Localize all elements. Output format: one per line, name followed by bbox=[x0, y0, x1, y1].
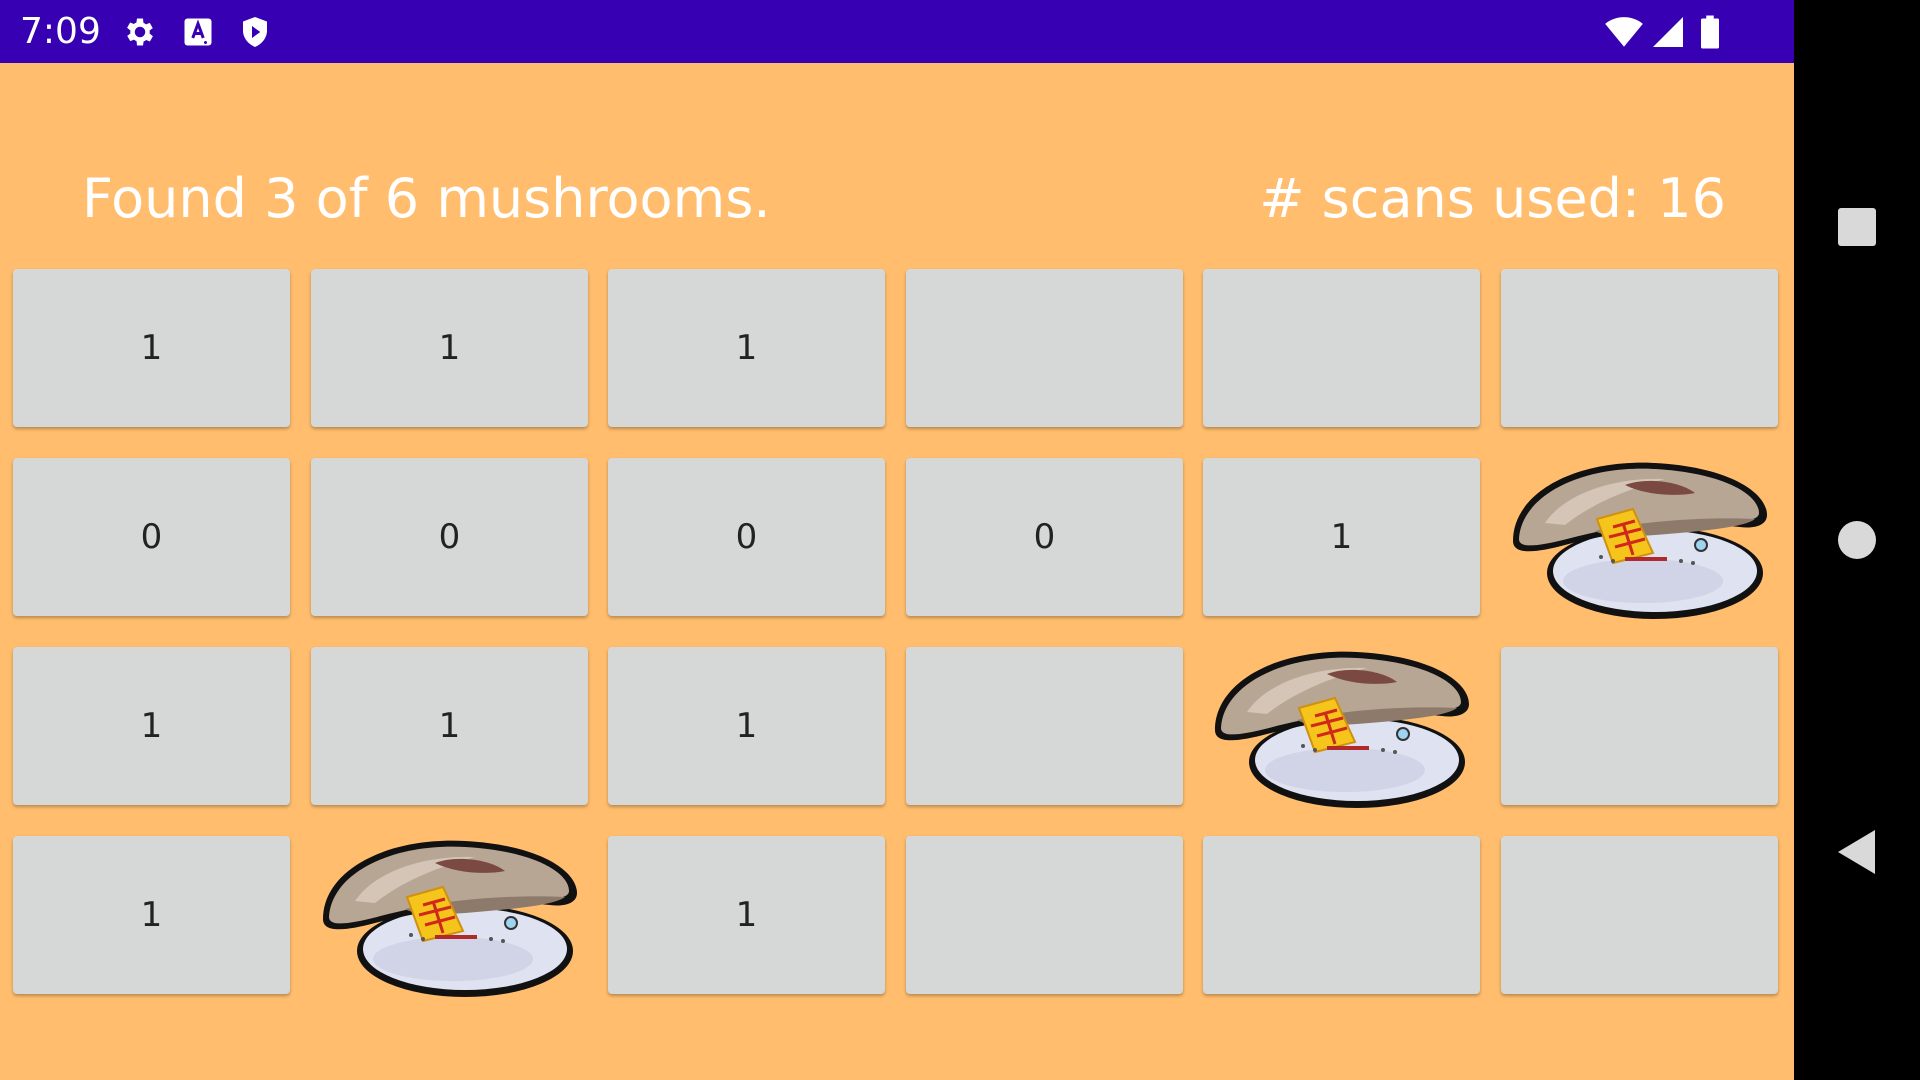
grid-cell[interactable] bbox=[1501, 269, 1778, 427]
shield-play-icon bbox=[237, 14, 273, 50]
grid-cell[interactable]: 0 bbox=[906, 458, 1183, 616]
grid-cell[interactable]: 1 bbox=[13, 269, 290, 427]
grid-cell[interactable]: 1 bbox=[608, 836, 885, 994]
grid-cell[interactable]: 1 bbox=[311, 269, 588, 427]
font-a-icon bbox=[180, 14, 216, 50]
scans-used-text: # scans used: 16 bbox=[1259, 167, 1726, 230]
grid-cell[interactable] bbox=[1203, 836, 1480, 994]
grid-cell[interactable]: 1 bbox=[1203, 458, 1480, 616]
status-time: 7:09 bbox=[20, 11, 101, 52]
grid-cell[interactable] bbox=[1501, 647, 1778, 805]
cell-count: 1 bbox=[140, 328, 163, 368]
battery-icon bbox=[1698, 14, 1722, 50]
settings-icon bbox=[122, 14, 158, 50]
grid-cell[interactable]: 1 bbox=[608, 647, 885, 805]
device-screen: 7:09 Found 3 of 6 mushrooms. # scans use… bbox=[0, 0, 1920, 1080]
back-button[interactable] bbox=[1794, 789, 1920, 915]
grid-cell-mushroom[interactable] bbox=[1203, 647, 1480, 808]
mushroom-icon bbox=[1214, 651, 1469, 808]
cell-count: 1 bbox=[438, 328, 461, 368]
grid-cell[interactable] bbox=[906, 269, 1183, 427]
game-screen: Found 3 of 6 mushrooms. # scans used: 16… bbox=[0, 63, 1794, 1080]
grid-cell-mushroom[interactable] bbox=[1501, 458, 1778, 619]
home-circle-icon bbox=[1838, 521, 1876, 559]
cell-count: 1 bbox=[438, 706, 461, 746]
grid-cell[interactable]: 1 bbox=[311, 647, 588, 805]
status-bar: 7:09 bbox=[0, 0, 1794, 63]
navigation-bar bbox=[1794, 0, 1920, 1080]
cell-count: 1 bbox=[735, 895, 758, 935]
grid-cell-mushroom[interactable] bbox=[311, 836, 588, 997]
grid-cell[interactable]: 1 bbox=[608, 269, 885, 427]
cell-count: 0 bbox=[438, 517, 461, 557]
cell-count: 1 bbox=[735, 706, 758, 746]
recents-button[interactable] bbox=[1794, 164, 1920, 290]
cell-count: 1 bbox=[140, 895, 163, 935]
mushroom-icon bbox=[1512, 462, 1767, 619]
cell-count: 0 bbox=[140, 517, 163, 557]
cell-count: 1 bbox=[735, 328, 758, 368]
grid-cell[interactable]: 0 bbox=[608, 458, 885, 616]
back-triangle-icon bbox=[1838, 830, 1875, 874]
cell-count: 1 bbox=[1330, 517, 1353, 557]
grid-cell[interactable]: 0 bbox=[13, 458, 290, 616]
grid-cell[interactable] bbox=[1501, 836, 1778, 994]
grid-cell[interactable] bbox=[906, 836, 1183, 994]
grid-cell[interactable] bbox=[906, 647, 1183, 805]
found-count-text: Found 3 of 6 mushrooms. bbox=[82, 167, 771, 230]
grid-cell[interactable]: 1 bbox=[13, 836, 290, 994]
cell-count: 0 bbox=[1033, 517, 1056, 557]
cell-signal-icon bbox=[1650, 14, 1686, 50]
cell-count: 0 bbox=[735, 517, 758, 557]
cell-count: 1 bbox=[140, 706, 163, 746]
wifi-icon bbox=[1604, 14, 1644, 50]
home-button[interactable] bbox=[1794, 477, 1920, 603]
recents-square-icon bbox=[1838, 208, 1876, 246]
grid-cell[interactable]: 0 bbox=[311, 458, 588, 616]
mushroom-icon bbox=[322, 840, 577, 997]
grid-cell[interactable]: 1 bbox=[13, 647, 290, 805]
grid-cell[interactable] bbox=[1203, 269, 1480, 427]
